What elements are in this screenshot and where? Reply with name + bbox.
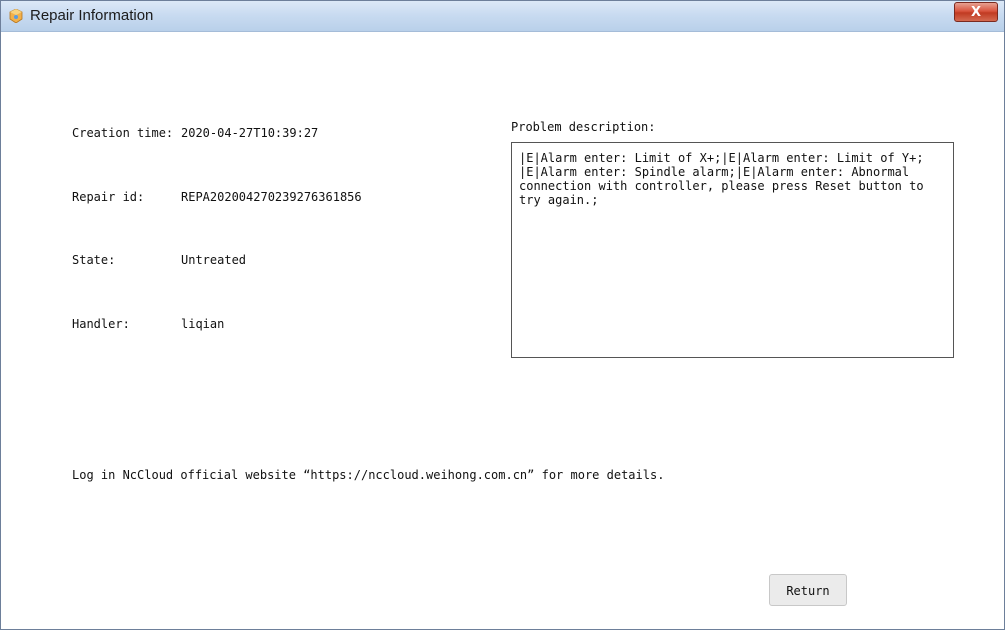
creation-time-value: 2020-04-27T10:39:27 <box>181 126 319 140</box>
repair-id-value: REPA202004270239276361856 <box>181 190 362 204</box>
close-button[interactable]: X <box>954 2 998 22</box>
handler-value: liqian <box>181 317 225 331</box>
problem-description-textbox[interactable]: |E|Alarm enter: Limit of X+;|E|Alarm ent… <box>511 142 954 358</box>
title-bar[interactable]: Repair Information X <box>1 1 1004 32</box>
state-value: Untreated <box>181 253 247 267</box>
repair-id-label: Repair id: <box>72 190 145 204</box>
state-label: State: <box>72 253 116 267</box>
repair-information-window: Repair Information X Creation time: 2020… <box>0 0 1005 630</box>
nccloud-website-note: Log in NcCloud official website “https:/… <box>72 468 665 482</box>
app-icon <box>9 9 23 23</box>
handler-label: Handler: <box>72 317 130 331</box>
creation-time-label: Creation time: <box>72 126 174 140</box>
problem-description-label: Problem description: <box>511 120 656 134</box>
return-button[interactable]: Return <box>769 574 847 606</box>
window-title: Repair Information <box>30 7 154 24</box>
